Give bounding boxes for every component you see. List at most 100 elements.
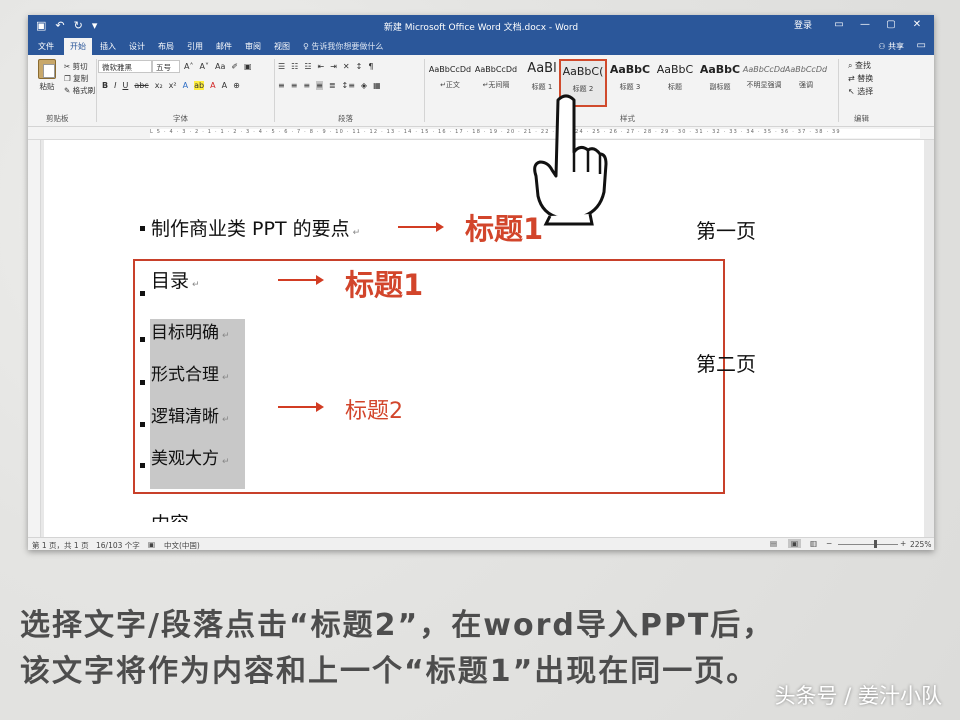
highlight-icon[interactable]: ab [194,81,205,90]
numbering-icon[interactable]: ☷ [291,62,298,71]
tab-view[interactable]: 视图 [274,41,290,52]
zoom-level[interactable]: 225% [910,540,931,549]
line-spacing-icon[interactable]: ↕≡ [342,81,355,90]
font-style-tools: B I U abc x₂ x² A ab A A ⊕ [102,81,240,90]
paragraph-group-label: 段落 [338,114,353,123]
title-bar: ▣ ↶ ↻ ▾ 新建 Microsoft Office Word 文档.docx… [28,15,934,37]
tab-insert[interactable]: 插入 [100,41,116,52]
align-center-icon[interactable]: ≡ [291,81,298,90]
tab-home[interactable]: 开始 [64,38,92,55]
font-size-select[interactable]: 五号 [152,60,180,73]
watermark: 头条号 / 姜汁小队 [774,684,942,708]
shrink-font-icon[interactable]: A˅ [199,62,208,71]
text-effects-icon[interactable]: A [183,81,188,90]
zoom-in-button[interactable]: + [900,539,906,548]
tab-mailings[interactable]: 邮件 [216,41,232,52]
borders-icon[interactable]: ▦ [373,81,381,90]
doc-content-line[interactable]: 内容↵ [151,509,200,522]
search-icon: ⌕ [848,61,856,70]
font-name-select[interactable]: 微软雅黑 [98,60,152,73]
font-color-icon[interactable]: A [210,81,215,90]
editing-group-label: 编辑 [854,114,869,123]
clear-format-icon[interactable]: ✐ [231,62,238,71]
italic-icon[interactable]: I [114,81,116,90]
group-divider [424,59,425,122]
page-count[interactable]: 第 1 页，共 1 页 [32,540,89,550]
change-case-icon[interactable]: Aa [215,62,225,71]
share-button[interactable]: ⚇ 共享 [878,41,904,52]
align-left-icon[interactable]: ≡ [278,81,285,90]
tell-me-box[interactable]: ♀ 告诉我你想要做什么 [303,41,383,52]
list-tools: ☰ ☷ ☳ ⇤ ⇥ ✕ ↕ ¶ [278,62,373,71]
bold-icon[interactable]: B [102,81,108,90]
zoom-slider-thumb[interactable] [874,540,877,548]
login-link[interactable]: 登录 [794,18,812,31]
ribbon-tabs: 文件 开始 插入 设计 布局 引用 邮件 审阅 视图 ♀ 告诉我你想要做什么 ⚇… [28,37,934,55]
zoom-slider[interactable] [838,544,898,545]
style-normal[interactable]: AaBbCcDd ↵正文 [426,59,474,107]
replace-button[interactable]: ⇄ 替换 [848,72,873,85]
status-bar: 第 1 页，共 1 页 16/103 个字 ▣ 中文(中国) ▤ ▣ ▥ − +… [28,537,934,550]
style-heading-3[interactable]: AaBbC 标题 3 [606,59,654,107]
show-marks-icon[interactable]: ¶ [368,62,373,71]
zoom-out-button[interactable]: − [826,539,832,548]
increase-indent-icon[interactable]: ⇥ [330,62,337,71]
read-mode-icon[interactable]: ▤ [770,539,777,548]
grow-font-icon[interactable]: A˄ [184,62,193,71]
ribbon-options-icon[interactable]: ▭ [828,19,850,30]
underline-icon[interactable]: U [122,81,128,90]
proofing-icon[interactable]: ▣ [148,540,155,549]
brush-icon: ✎ [64,86,73,95]
page-one-label: 第一页 [696,219,756,243]
maximize-button[interactable]: ▢ [880,19,902,30]
style-subtle-emphasis[interactable]: AaBbCcDd 不明显强调 [740,59,788,107]
tab-design[interactable]: 设计 [129,41,145,52]
tab-file[interactable]: 文件 [38,41,54,52]
tab-layout[interactable]: 布局 [158,41,174,52]
find-button[interactable]: ⌕ 查找 [848,59,873,72]
sort-icon[interactable]: ↕ [356,62,363,71]
align-tools: ≡ ≡ ≡ ≡ ≣ ↕≡ ◈ ▦ [278,81,381,90]
distribute-icon[interactable]: ≣ [329,81,336,90]
styles-group-label: 样式 [620,114,635,123]
vertical-ruler[interactable] [28,140,41,537]
doc-heading-line[interactable]: 制作商业类 PPT 的要点 ↵ [151,214,360,241]
ribbon: 粘贴 ✂ 剪切 ❐ 复制 ✎ 格式刷 剪贴板 微软雅黑 五号 A˄ A˅ Aa … [28,55,934,127]
language[interactable]: 中文(中国) [164,540,200,550]
close-button[interactable]: ✕ [906,19,928,30]
word-count[interactable]: 16/103 个字 [96,540,140,550]
comment-icon[interactable]: ▭ [917,40,926,51]
web-layout-icon[interactable]: ▥ [810,539,817,548]
char-shading-icon[interactable]: A [222,81,227,90]
page-two-label: 第二页 [696,352,756,376]
annotation-heading2: 标题2 [345,399,403,424]
style-no-spacing[interactable]: AaBbCcDd ↵无间隔 [472,59,520,107]
copy-button[interactable]: ❐ 复制 [64,73,95,85]
justify-icon[interactable]: ≡ [316,81,323,90]
chinese-layout-icon[interactable]: ✕ [343,62,350,71]
multilevel-icon[interactable]: ☳ [304,62,311,71]
horizontal-ruler[interactable]: L 5 · 4 · 3 · 2 · 1 · 1 · 2 · 3 · 4 · 5 … [28,127,934,140]
minimize-button[interactable]: — [854,19,876,30]
list-bullet [140,226,145,231]
shading-icon[interactable]: ◈ [361,81,367,90]
print-layout-icon[interactable]: ▣ [788,539,802,548]
superscript-icon[interactable]: x² [169,81,177,90]
tab-review[interactable]: 审阅 [245,41,261,52]
subscript-icon[interactable]: x₂ [155,81,163,90]
style-subtitle[interactable]: AaBbC 副标题 [696,59,744,107]
text-border-icon[interactable]: ▣ [244,62,252,71]
strikethrough-icon[interactable]: abc [134,81,148,90]
cut-button[interactable]: ✂ 剪切 [64,61,95,73]
select-button[interactable]: ↖ 选择 [848,85,873,98]
style-emphasis[interactable]: AaBbCcDd 强调 [782,59,830,107]
arrow-right-icon [278,402,324,412]
paste-button[interactable]: 粘贴 [34,59,60,92]
tab-references[interactable]: 引用 [187,41,203,52]
format-painter-button[interactable]: ✎ 格式刷 [64,85,95,97]
align-right-icon[interactable]: ≡ [303,81,310,90]
bullets-icon[interactable]: ☰ [278,62,285,71]
style-title[interactable]: AaBbC 标题 [651,59,699,107]
decrease-indent-icon[interactable]: ⇤ [318,62,325,71]
enclose-char-icon[interactable]: ⊕ [233,81,240,90]
